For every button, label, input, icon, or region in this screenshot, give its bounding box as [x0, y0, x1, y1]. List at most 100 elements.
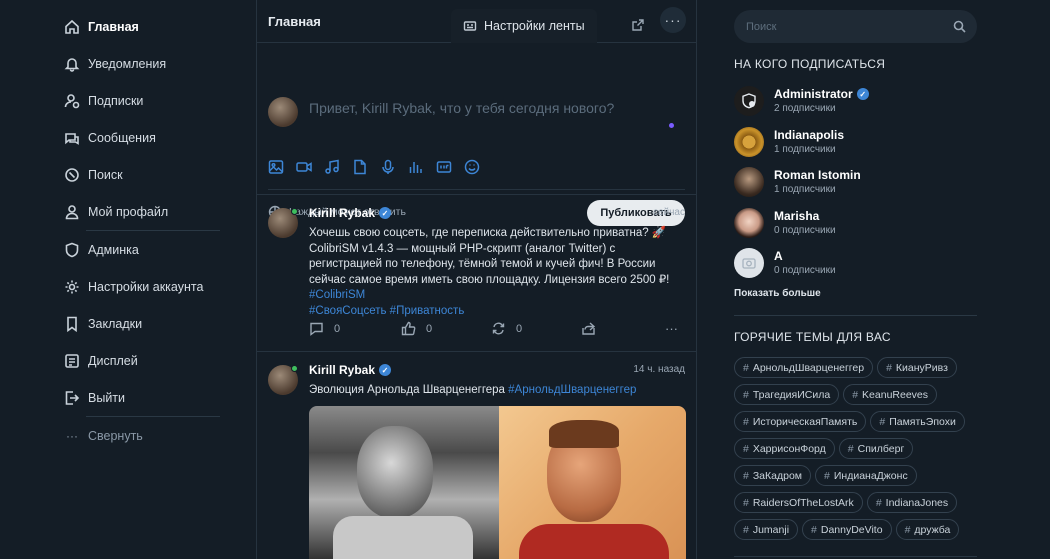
user-name[interactable]: Roman Istomin — [774, 168, 861, 182]
emoji-icon[interactable] — [464, 159, 480, 175]
trend-tag[interactable]: # ТрагедияИСила — [734, 384, 840, 405]
trend-tag[interactable]: # RaidersOfTheLostArk — [734, 492, 863, 513]
list-item[interactable]: Administrator ✓ 2 подписчики — [734, 84, 977, 125]
trend-tag[interactable]: # ИндианаДжонс — [815, 465, 917, 486]
repost-button[interactable]: 0 — [491, 321, 522, 336]
composer-input[interactable]: Привет, Kirill Rybak, что у тебя сегодня… — [309, 100, 614, 116]
list-item[interactable]: Roman Istomin 1 подписчики — [734, 165, 977, 206]
collapse-button[interactable]: ··· Свернуть — [64, 417, 224, 454]
hashtag-link[interactable]: #СвояСоцсеть #Приватность — [309, 305, 464, 317]
trend-tag-label: ИндианаДжонс — [833, 469, 908, 482]
shield-user-icon — [742, 93, 756, 109]
user-name[interactable]: Indianapolis — [774, 128, 844, 142]
search-icon[interactable] — [953, 20, 966, 33]
post-actions: 0 0 0 ··· — [309, 321, 687, 337]
file-icon[interactable] — [352, 159, 368, 175]
trend-tag[interactable]: # ЗаКадром — [734, 465, 812, 486]
photo-older-arnold — [499, 406, 686, 559]
trend-tag[interactable]: # ХаррисонФорд — [734, 438, 835, 459]
user-name[interactable]: A — [774, 249, 783, 263]
sidebar-item-label: Админка — [88, 242, 139, 257]
user-name[interactable]: Administrator ✓ — [774, 87, 869, 101]
sidebar-item-search[interactable]: Поиск — [64, 156, 224, 193]
trend-tag-label: KeanuReeves — [862, 388, 929, 401]
follower-count: 1 подписчики — [774, 143, 836, 155]
trend-tag[interactable]: # Jumanji — [734, 519, 799, 540]
post-author[interactable]: Kirill Rybak ✓ — [309, 363, 392, 377]
avatar — [734, 167, 764, 197]
sidebar-item-display[interactable]: Дисплей — [64, 342, 224, 379]
avatar — [734, 207, 764, 238]
share-button[interactable] — [581, 321, 606, 336]
hash-icon: # — [811, 523, 817, 536]
trend-tag[interactable]: # АрнольдШварценеггер — [734, 357, 874, 378]
user-name[interactable]: Marisha — [774, 209, 819, 223]
display-icon — [64, 353, 80, 369]
user-follow-icon — [64, 93, 80, 109]
trend-tag[interactable]: # КиануРивз — [877, 357, 957, 378]
trend-tag[interactable]: # Спилберг — [838, 438, 914, 459]
sidebar-item-bookmarks[interactable]: Закладки — [64, 305, 224, 342]
sidebar-item-notifications[interactable]: Уведомления — [64, 45, 224, 82]
trend-tag[interactable]: # IndianaJones — [866, 492, 958, 513]
hash-icon: # — [743, 388, 749, 401]
main-feed: Главная Настройки ленты ··· Привет, Kiri… — [256, 0, 697, 559]
avatar — [734, 126, 764, 157]
author-name[interactable]: Kirill Rybak — [309, 206, 375, 220]
trend-tag[interactable]: # KeanuReeves — [843, 384, 938, 405]
show-more-link[interactable]: Показать больше — [734, 288, 821, 299]
post-card[interactable]: Kirill Rybak ✓ 14 ч. назад Эволюция Арно… — [257, 352, 696, 559]
search-input[interactable]: Поиск — [734, 10, 977, 43]
poll-icon[interactable] — [408, 159, 424, 175]
trend-tag-label: АрнольдШварценеггер — [752, 361, 865, 374]
like-count: 0 — [426, 322, 433, 335]
more-dots-icon: ··· — [66, 428, 78, 443]
post-more-icon[interactable]: ··· — [665, 321, 678, 336]
trend-tag[interactable]: # ПамятьЭпохи — [870, 411, 965, 432]
sidebar-item-label: Мой профайл — [88, 204, 169, 219]
music-icon[interactable] — [324, 159, 340, 175]
comment-button[interactable]: 0 — [309, 321, 340, 336]
hash-icon: # — [743, 469, 749, 482]
list-item[interactable]: Marisha 0 подписчики — [734, 206, 977, 247]
sidebar-item-account-settings[interactable]: Настройки аккаунта — [64, 268, 224, 305]
trend-tag[interactable]: # DannyDeVito — [802, 519, 892, 540]
author-name[interactable]: Kirill Rybak — [309, 363, 375, 377]
hashtag-link[interactable]: #ColibriSM — [309, 289, 365, 301]
gif-icon[interactable] — [436, 159, 452, 175]
feed-settings-button[interactable]: Настройки ленты — [451, 9, 597, 43]
hash-icon: # — [824, 469, 830, 482]
hash-icon: # — [743, 496, 749, 509]
hashtag-link[interactable]: #АрнольдШварценеггер — [508, 384, 636, 396]
user-icon — [64, 204, 80, 220]
hash-icon: # — [743, 442, 749, 455]
trend-tag[interactable]: # дружба — [895, 519, 960, 540]
post-card[interactable]: Kirill Rybak ✓ сейчас Хочешь свою соцсет… — [257, 195, 696, 352]
video-icon[interactable] — [296, 159, 312, 175]
post-image[interactable] — [309, 406, 686, 559]
sidebar-item-admin[interactable]: Админка — [64, 231, 224, 268]
sidebar-item-messages[interactable]: Сообщения — [64, 119, 224, 156]
post-author[interactable]: Kirill Rybak ✓ — [309, 206, 392, 220]
hash-icon: # — [743, 361, 749, 374]
sidebar-item-subscriptions[interactable]: Подписки — [64, 82, 224, 119]
sidebar-item-logout[interactable]: Выйти — [64, 379, 224, 416]
sidebar-item-label: Подписки — [88, 93, 144, 108]
hash-icon: # — [847, 442, 854, 455]
list-item[interactable]: Indianapolis 1 подписчики — [734, 125, 977, 166]
avatar — [734, 248, 764, 278]
like-button[interactable]: 0 — [401, 321, 432, 336]
trend-tag[interactable]: # ИсторическаяПамять — [734, 411, 867, 432]
post-text: Эволюция Арнольда Шварценеггера #Арнольд… — [309, 383, 689, 399]
mic-icon[interactable] — [380, 159, 396, 175]
online-indicator — [291, 208, 298, 215]
sidebar-item-profile[interactable]: Мой профайл — [64, 193, 224, 230]
post-time: сейчас — [653, 207, 685, 218]
image-icon[interactable] — [268, 159, 284, 175]
more-button[interactable]: ··· — [660, 7, 686, 33]
external-link-icon[interactable] — [631, 18, 645, 32]
list-item[interactable]: A 0 подписчики — [734, 246, 977, 287]
trend-tag-label: RaidersOfTheLostArk — [752, 496, 854, 509]
sidebar-item-home[interactable]: Главная — [64, 8, 224, 45]
sidebar-item-label: Выйти — [88, 390, 126, 405]
